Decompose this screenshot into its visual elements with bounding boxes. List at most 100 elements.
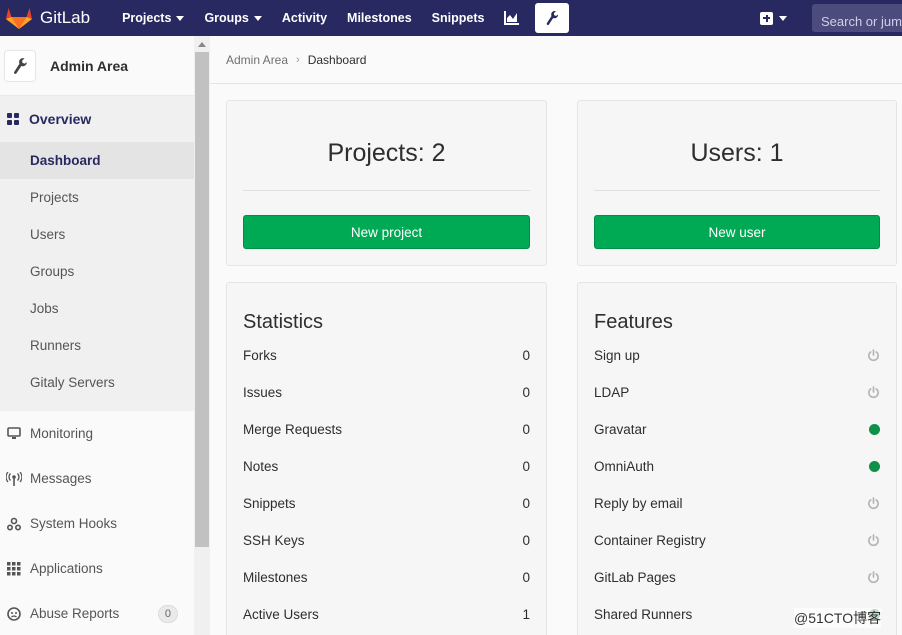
sidebar-item-label: System Hooks [30,516,118,531]
stat-row: Merge Requests 0 [243,419,530,439]
feature-disabled-power-icon [868,385,879,398]
projects-count-card: Projects: 2 New project [226,100,547,266]
monitor-icon [6,426,22,442]
chevron-right-icon: › [296,54,300,66]
stat-row: Snippets 0 [243,493,530,513]
stat-row: Issues 0 [243,382,530,402]
sidebar-item-label: Abuse Reports [30,606,120,621]
sidebar-item-abuse-reports[interactable]: Abuse Reports 0 [0,591,194,635]
stat-value: 0 [522,495,530,511]
feature-label: Gravatar [594,421,647,437]
feature-disabled-power-icon [868,348,879,361]
wrench-icon [14,57,27,74]
features-card: Features Sign up LDAP Gravatar OmniAuth Repl… [577,282,897,635]
apps-grid-icon [6,561,22,577]
watermark-text: @51CTO博客 [794,608,882,628]
sidebar-item-label: Runners [30,338,82,353]
sidebar-item-label: Gitaly Servers [30,375,115,390]
wrench-icon [547,10,559,26]
statistics-card: Statistics Forks 0 Issues 0 Merge Requests… [226,282,547,635]
nav-groups[interactable]: Groups [194,0,271,36]
stat-value: 0 [522,569,530,585]
search-input[interactable] [812,4,902,32]
nav-activity-label: Activity [281,11,328,25]
gitlab-tanuki-icon [6,8,32,29]
stat-label: Merge Requests [243,421,343,437]
feature-label: Container Registry [594,532,706,548]
broadcast-icon [6,471,22,487]
stat-label: SSH Keys [243,532,305,548]
nav-projects[interactable]: Projects [112,0,194,36]
feature-label: Shared Runners [594,606,693,622]
brand-name: GitLab [40,8,91,27]
plus-square-icon [760,11,773,25]
scroll-up-arrow-icon[interactable] [198,42,206,47]
chart-icon [504,11,520,25]
nav-admin-area[interactable] [535,3,570,33]
new-project-button[interactable]: New project [243,215,530,249]
sidebar-item-projects[interactable]: Projects [0,179,194,216]
feature-label: Sign up [594,347,640,363]
stat-value: 0 [522,458,530,474]
stat-value: 0 [522,347,530,363]
new-dropdown[interactable] [760,0,787,36]
main-nav: Projects Groups Activity Milestones Snip… [112,0,570,36]
nav-analytics[interactable] [494,0,529,36]
sidebar-item-dashboard[interactable]: Dashboard [0,142,194,179]
statistics-title: Statistics [243,311,324,333]
users-count-title: Users: 1 [690,139,784,167]
feature-label: GitLab Pages [594,569,676,585]
admin-avatar [4,49,36,82]
stat-label: Forks [243,347,277,363]
overview-grid-icon [7,113,19,125]
feature-row: GitLab Pages [594,567,880,587]
sidebar-item-overview[interactable]: Overview [0,96,194,142]
users-count-card: Users: 1 New user [577,100,897,266]
gitlab-home-link[interactable]: GitLab [0,0,90,36]
sidebar-item-label: Jobs [30,301,59,316]
sidebar-item-system-hooks[interactable]: System Hooks [0,501,194,546]
sidebar-item-label: Projects [30,190,79,205]
sidebar-item-jobs[interactable]: Jobs [0,290,194,327]
feature-enabled-dot-icon [869,460,880,472]
sidebar-item-groups[interactable]: Groups [0,253,194,290]
sidebar-context-header[interactable]: Admin Area [0,36,194,96]
stat-label: Notes [243,458,279,474]
sidebar-item-messages[interactable]: Messages [0,456,194,501]
stat-label: Active Users [243,606,319,622]
nav-milestones-label: Milestones [347,11,412,25]
breadcrumb-divider [210,83,902,84]
sidebar-item-monitoring[interactable]: Monitoring [0,411,194,456]
sidebar-item-gitaly-servers[interactable]: Gitaly Servers [0,364,194,401]
feature-row: Container Registry [594,530,880,550]
sidebar-item-applications[interactable]: Applications [0,546,194,591]
sidebar-item-runners[interactable]: Runners [0,327,194,364]
feature-disabled-power-icon [868,533,879,546]
nav-projects-label: Projects [122,11,172,25]
stat-label: Milestones [243,569,308,585]
card-divider [594,190,880,191]
card-divider [243,190,530,191]
sidebar-scrollbar-thumb[interactable] [195,52,209,547]
stat-value: 0 [522,384,530,400]
breadcrumb-dashboard[interactable]: Dashboard [308,53,367,67]
sidebar-item-users[interactable]: Users [0,216,194,253]
nav-snippets[interactable]: Snippets [422,0,495,36]
feature-row: Gravatar [594,419,880,439]
sidebar: Admin Area Overview Dashboard Projects U… [0,36,194,635]
feature-row: Reply by email [594,493,880,513]
feature-disabled-power-icon [868,570,879,583]
stat-value: 0 [522,532,530,548]
nav-activity[interactable]: Activity [272,0,337,36]
abuse-report-icon [6,606,22,622]
new-user-button[interactable]: New user [594,215,880,249]
feature-disabled-power-icon [868,496,879,509]
breadcrumb-admin-area[interactable]: Admin Area [226,53,288,67]
breadcrumb: Admin Area › Dashboard [226,53,366,67]
chevron-down-icon [176,15,185,21]
nav-milestones[interactable]: Milestones [337,0,422,36]
stat-row: Milestones 0 [243,567,530,587]
stat-row: Notes 0 [243,456,530,476]
feature-row: Sign up [594,345,880,365]
sidebar-item-label: Monitoring [30,426,94,441]
